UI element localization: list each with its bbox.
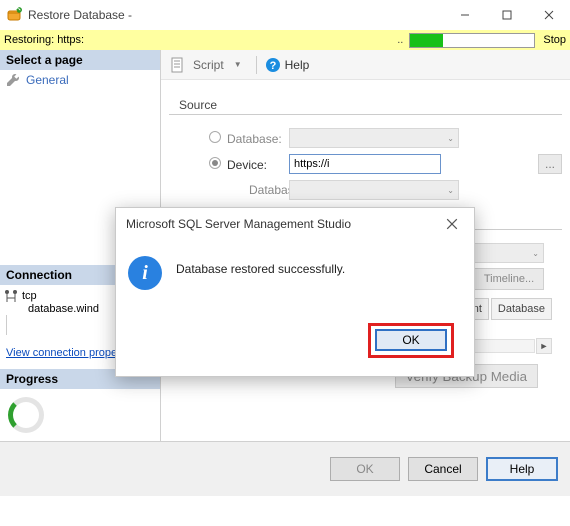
- toolbar: Script ▼ ? Help: [161, 50, 570, 80]
- ok-highlight: OK: [368, 323, 454, 358]
- titlebar: Restore Database -: [0, 0, 570, 30]
- scroll-right-icon[interactable]: ►: [536, 338, 552, 354]
- device-browse-button[interactable]: ...: [538, 154, 562, 174]
- footer-help-button[interactable]: Help: [486, 457, 558, 481]
- conn-line1: tcp: [22, 290, 37, 302]
- source-device-radio[interactable]: Device:: [169, 157, 289, 172]
- minimize-button[interactable]: [444, 1, 486, 30]
- info-icon: i: [128, 256, 162, 290]
- device-input[interactable]: [289, 154, 441, 174]
- restore-status-strip: Restoring: https: .. Stop: [0, 30, 570, 50]
- source-database-radio[interactable]: Database:: [169, 131, 289, 146]
- restore-ellipsis: ..: [397, 34, 409, 46]
- grid-col-database[interactable]: Database: [491, 298, 552, 320]
- window-title: Restore Database -: [28, 8, 444, 22]
- help-icon: ?: [265, 57, 281, 73]
- source-database-sub-combo[interactable]: ⌄: [289, 180, 459, 200]
- page-general[interactable]: General: [0, 70, 160, 90]
- progress-spinner-icon: [8, 397, 44, 433]
- timeline-button[interactable]: Timeline...: [474, 268, 544, 290]
- server-icon: [4, 289, 18, 303]
- dialog-ok-button[interactable]: OK: [375, 329, 447, 351]
- source-group-title: Source: [179, 98, 562, 112]
- select-page-header: Select a page: [0, 50, 160, 70]
- source-db-sublabel: Database:: [169, 183, 289, 197]
- restore-progress-bar: [409, 33, 535, 48]
- close-button[interactable]: [528, 1, 570, 30]
- dialog-footer: OK Cancel Help: [0, 441, 570, 496]
- footer-cancel-button[interactable]: Cancel: [408, 457, 478, 481]
- stop-button[interactable]: Stop: [535, 34, 566, 46]
- app-icon: [0, 7, 28, 23]
- success-dialog: Microsoft SQL Server Management Studio i…: [115, 207, 475, 377]
- script-button[interactable]: Script: [189, 58, 228, 72]
- page-general-label: General: [26, 73, 69, 87]
- dialog-message: Database restored successfully.: [176, 256, 345, 276]
- dialog-close-button[interactable]: [438, 210, 466, 238]
- help-button[interactable]: Help: [285, 58, 310, 72]
- wrench-icon: [6, 73, 20, 87]
- close-icon: [446, 218, 458, 230]
- restore-label: Restoring: https:: [4, 34, 92, 46]
- script-dropdown[interactable]: ▼: [232, 60, 248, 69]
- source-database-combo: ⌄: [289, 128, 459, 148]
- maximize-button[interactable]: [486, 1, 528, 30]
- svg-text:?: ?: [269, 60, 276, 72]
- footer-ok-button: OK: [330, 457, 400, 481]
- dialog-title: Microsoft SQL Server Management Studio: [124, 217, 438, 231]
- script-icon: [169, 57, 185, 73]
